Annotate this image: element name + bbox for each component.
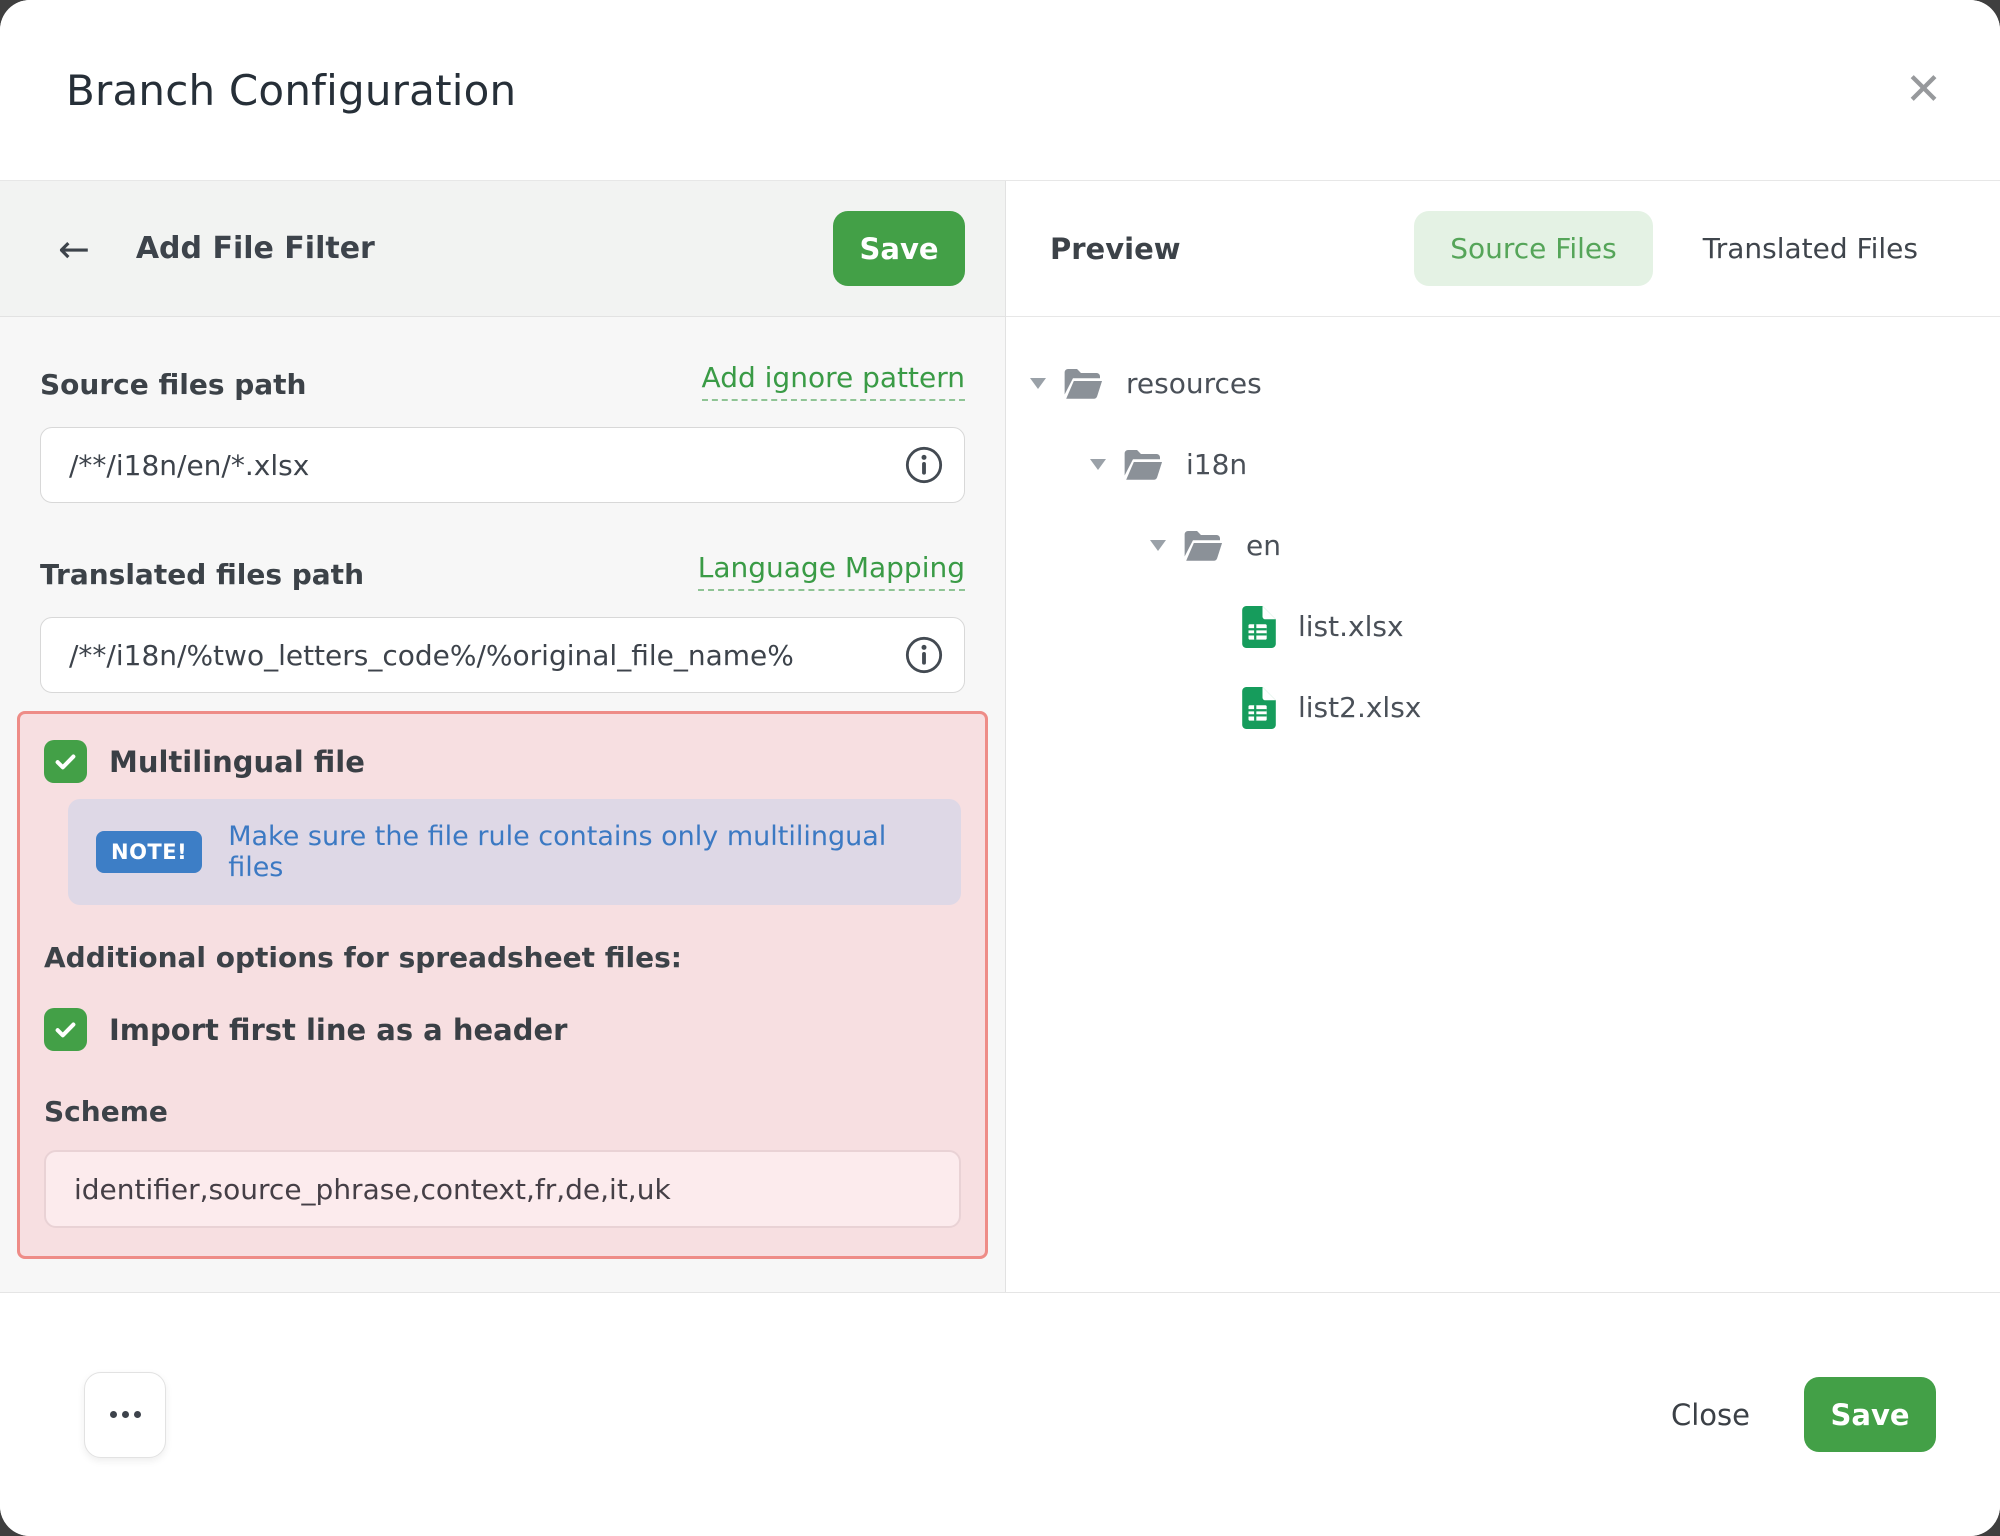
ellipsis-icon bbox=[122, 1411, 129, 1418]
back-arrow-icon[interactable]: ← bbox=[58, 230, 90, 268]
add-ignore-pattern-link[interactable]: Add ignore pattern bbox=[702, 361, 965, 401]
source-path-input[interactable] bbox=[41, 428, 964, 502]
multilingual-note: NOTE! Make sure the file rule contains o… bbox=[68, 799, 961, 905]
tree-row-folder-i18n[interactable]: i18n bbox=[1030, 424, 2000, 505]
dialog-header: Branch Configuration ✕ bbox=[0, 0, 2000, 181]
language-mapping-link[interactable]: Language Mapping bbox=[698, 551, 965, 591]
import-header-checkbox-row[interactable]: Import first line as a header bbox=[44, 1008, 961, 1051]
tree-label: resources bbox=[1126, 367, 1262, 400]
folder-icon bbox=[1122, 448, 1164, 482]
file-filter-toolbar: ← Add File Filter Save bbox=[0, 181, 1005, 317]
tree-row-folder-resources[interactable]: resources bbox=[1030, 343, 2000, 424]
tab-source-files[interactable]: Source Files bbox=[1414, 211, 1653, 286]
multilingual-label: Multilingual file bbox=[109, 745, 365, 779]
scheme-field bbox=[44, 1150, 961, 1228]
file-tree: resources i18n en list.xlsx list2.xlsx bbox=[1006, 317, 2000, 748]
folder-icon bbox=[1062, 367, 1104, 401]
preview-tabs: Source Files Translated Files bbox=[1414, 211, 1922, 286]
translated-path-field bbox=[40, 617, 965, 693]
preview-title: Preview bbox=[1050, 232, 1181, 266]
tab-translated-files[interactable]: Translated Files bbox=[1699, 211, 1922, 286]
info-icon[interactable] bbox=[904, 635, 944, 675]
tree-label: i18n bbox=[1186, 448, 1247, 481]
spreadsheet-file-icon bbox=[1242, 606, 1276, 648]
source-path-label: Source files path bbox=[40, 368, 307, 401]
note-text: Make sure the file rule contains only mu… bbox=[228, 821, 933, 883]
spreadsheet-file-icon bbox=[1242, 687, 1276, 729]
preview-toolbar: Preview Source Files Translated Files bbox=[1006, 181, 2000, 317]
tree-row-folder-en[interactable]: en bbox=[1030, 505, 2000, 586]
spreadsheet-options-heading: Additional options for spreadsheet files… bbox=[44, 941, 961, 974]
source-path-field bbox=[40, 427, 965, 503]
tree-row-file-list-xlsx[interactable]: list.xlsx bbox=[1030, 586, 2000, 667]
dialog-body: ← Add File Filter Save Source files path… bbox=[0, 181, 2000, 1292]
collapse-arrow-icon[interactable] bbox=[1090, 459, 1106, 470]
tree-label: list2.xlsx bbox=[1298, 691, 1421, 724]
multilingual-options-highlight: Multilingual file NOTE! Make sure the fi… bbox=[17, 711, 988, 1259]
branch-configuration-dialog: Branch Configuration ✕ ← Add File Filter… bbox=[0, 0, 2000, 1536]
note-badge: NOTE! bbox=[96, 831, 202, 873]
translated-path-label: Translated files path bbox=[40, 558, 364, 591]
dialog-footer: Close Save bbox=[0, 1292, 2000, 1536]
scheme-input[interactable] bbox=[46, 1152, 959, 1226]
tree-row-file-list2-xlsx[interactable]: list2.xlsx bbox=[1030, 667, 2000, 748]
more-options-button[interactable] bbox=[84, 1372, 166, 1458]
file-filter-panel: ← Add File Filter Save Source files path… bbox=[0, 181, 1006, 1292]
import-header-label: Import first line as a header bbox=[109, 1013, 567, 1047]
preview-panel: Preview Source Files Translated Files res… bbox=[1006, 181, 2000, 1292]
close-icon[interactable]: ✕ bbox=[1905, 68, 1942, 112]
tree-label: list.xlsx bbox=[1298, 610, 1404, 643]
ellipsis-icon bbox=[134, 1411, 141, 1418]
close-button[interactable]: Close bbox=[1671, 1398, 1750, 1432]
multilingual-checkbox-checked[interactable] bbox=[44, 740, 87, 783]
file-filter-form: Source files path Add ignore pattern Tra… bbox=[0, 317, 1005, 1292]
filter-save-button[interactable]: Save bbox=[833, 211, 965, 286]
file-filter-title: Add File Filter bbox=[136, 231, 375, 266]
folder-icon bbox=[1182, 529, 1224, 563]
dialog-title: Branch Configuration bbox=[66, 66, 516, 115]
ellipsis-icon bbox=[110, 1411, 117, 1418]
import-header-checkbox-checked[interactable] bbox=[44, 1008, 87, 1051]
translated-path-input[interactable] bbox=[41, 618, 964, 692]
info-icon[interactable] bbox=[904, 445, 944, 485]
collapse-arrow-icon[interactable] bbox=[1030, 378, 1046, 389]
tree-label: en bbox=[1246, 529, 1281, 562]
scheme-label: Scheme bbox=[44, 1095, 961, 1128]
dialog-save-button[interactable]: Save bbox=[1804, 1377, 1936, 1452]
multilingual-checkbox-row[interactable]: Multilingual file bbox=[44, 740, 961, 783]
collapse-arrow-icon[interactable] bbox=[1150, 540, 1166, 551]
